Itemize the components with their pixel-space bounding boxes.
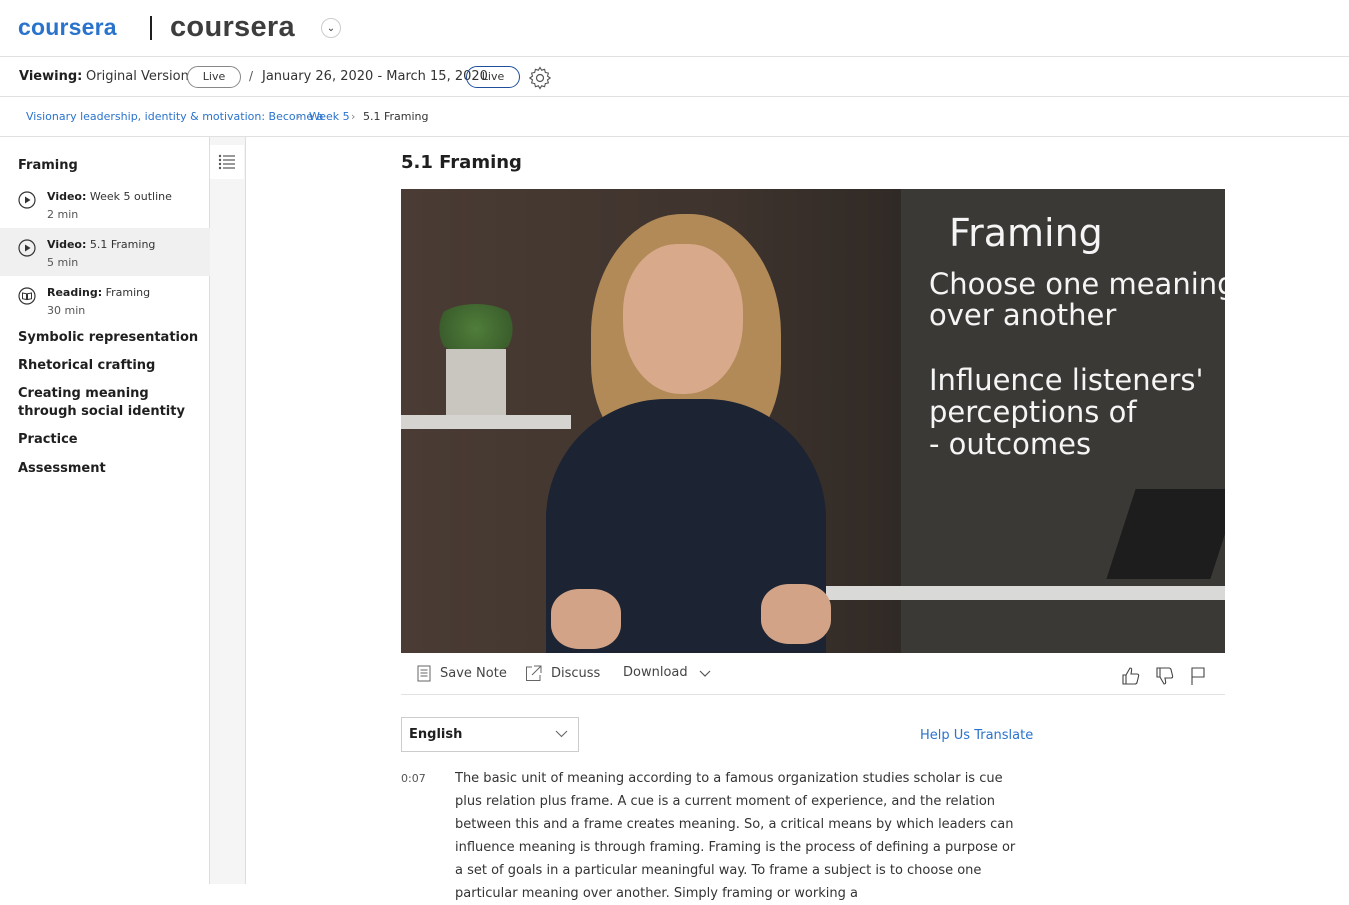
transcript-timestamp[interactable]: 0:07 [401,772,426,785]
breadcrumb-course[interactable]: Visionary leadership, identity & motivat… [26,110,323,123]
sidebar-toggle-column [210,137,246,884]
video-plant [431,304,521,354]
video-action-bar: Save Note Discuss Download [401,653,1225,695]
version-label: Original Version [86,69,189,84]
chevron-down-icon[interactable] [698,666,712,680]
transcript-language-select[interactable]: English [401,717,579,752]
transcript-text[interactable]: The basic unit of meaning according to a… [455,767,1025,905]
chevron-down-icon[interactable]: ⌄ [321,18,341,38]
video-shelf-left [401,415,571,429]
sidebar-module-social-identity[interactable]: Creating meaning through social identity [18,385,198,421]
video-presenter-face [623,244,743,394]
chevron-right-icon: › [351,110,356,123]
sidebar-lesson-framing-reading[interactable]: Reading: Framing 30 min [0,276,210,324]
lesson-title: Video: 5.1 Framing [47,238,156,251]
thumbs-down-icon[interactable] [1155,666,1175,686]
top-header: coursera coursera ⌄ [0,0,1349,57]
chevron-down-icon [555,730,568,738]
coursera-logo-large[interactable]: coursera [170,11,295,44]
sidebar-module-assessment[interactable]: Assessment [18,460,106,478]
coursera-logo-small[interactable]: coursera [18,14,117,41]
download-button[interactable]: Download [623,665,688,680]
discuss-button[interactable]: Discuss [525,665,600,682]
lesson-duration: 5 min [47,256,79,269]
sidebar-lesson-week5-outline[interactable]: Video: Week 5 outline 2 min [0,180,210,228]
sidebar-lesson-framing-video[interactable]: Video: 5.1 Framing 5 min [0,228,210,276]
thumbs-up-icon[interactable] [1121,666,1141,686]
course-sidebar: Framing Video: Week 5 outline 2 min Vide… [0,137,210,884]
sidebar-module-practice[interactable]: Practice [18,431,78,449]
slide-point-1: Choose one meaning over another [929,267,1225,332]
chevron-right-icon: › [296,110,301,123]
sidebar-module-symbolic[interactable]: Symbolic representation [18,329,198,347]
help-translate-link[interactable]: Help Us Translate [920,728,1033,743]
breadcrumb-current: 5.1 Framing [363,110,429,123]
list-icon [218,154,235,170]
lesson-duration: 2 min [47,208,79,221]
flag-icon[interactable] [1189,666,1207,686]
video-presenter-hand [551,589,621,649]
book-circle-icon [18,287,36,305]
breadcrumb: Visionary leadership, identity & motivat… [26,97,1349,137]
video-player[interactable]: Framing Choose one meaning over another … [401,189,1225,653]
viewing-label: Viewing: [19,69,83,84]
play-circle-icon [18,239,36,257]
breadcrumb-week[interactable]: Week 5 [309,110,350,123]
slide-heading: Framing [949,211,1103,255]
viewing-separator: / [249,69,254,83]
lesson-title: Reading: Framing [47,286,151,299]
session-dates: January 26, 2020 - March 15, 2020 [262,69,488,84]
page-title: 5.1 Framing [401,152,522,173]
video-presenter-hand [761,584,831,644]
logo-divider [150,16,152,40]
play-circle-icon [18,191,36,209]
live-badge-session[interactable]: Live [466,66,520,88]
note-icon [417,665,431,682]
viewing-bar: Viewing: Original Version Live / January… [0,57,1349,97]
save-note-button[interactable]: Save Note [417,665,507,682]
lesson-duration: 30 min [47,304,86,317]
sidebar-toggle-button[interactable] [210,145,244,179]
sidebar-module-framing[interactable]: Framing [18,157,78,175]
lesson-title: Video: Week 5 outline [47,190,172,203]
sidebar-module-rhetorical[interactable]: Rhetorical crafting [18,357,155,375]
video-plant-pot [446,349,506,415]
live-badge-version[interactable]: Live [187,66,241,88]
gear-icon[interactable] [528,66,552,90]
slide-point-2: Influence listeners' perceptions of - ou… [929,363,1204,461]
external-link-icon [526,665,542,681]
